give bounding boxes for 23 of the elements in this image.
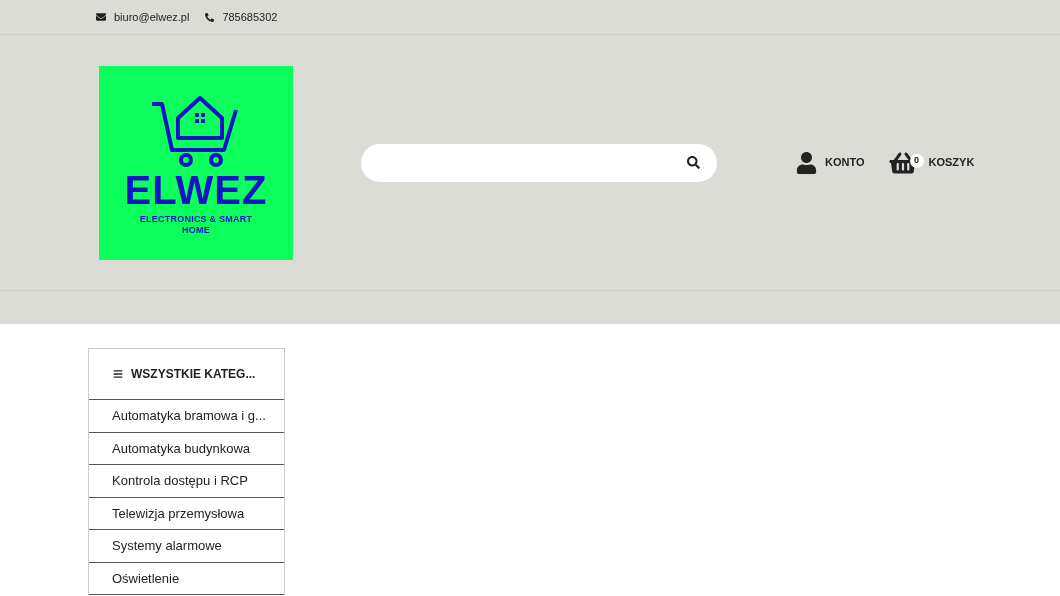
account-link[interactable]: KONTO (796, 151, 865, 174)
category-item[interactable]: Automatyka budynkowa (89, 432, 284, 465)
email-link[interactable]: biuro@elwez.pl (114, 8, 190, 26)
category-item[interactable]: Oświetlenie (89, 562, 284, 595)
logo-tagline: ELECTRONICS & SMART HOME (138, 213, 254, 236)
basket-icon (888, 150, 917, 175)
search-icon[interactable] (687, 156, 700, 169)
category-item[interactable]: Telewizja przemysłowa (89, 497, 284, 530)
cart-link[interactable]: 0 KOSZYK (888, 150, 975, 175)
category-item[interactable]: Systemy alarmowe (89, 530, 284, 563)
menu-icon[interactable] (113, 369, 123, 379)
user-icon (796, 151, 817, 174)
cart-label: KOSZYK (928, 155, 975, 171)
envelope-icon (96, 12, 106, 22)
phone-icon (205, 12, 215, 22)
menu-title[interactable]: WSZYSTKIE KATEG... (131, 365, 256, 383)
logo[interactable]: ELWEZ ELECTRONICS & SMART HOME (99, 65, 293, 260)
logo-name: ELWEZ (124, 169, 268, 210)
search-field[interactable] (361, 143, 717, 182)
phone-number: 785685302 (222, 9, 278, 25)
cart-count: 0 (909, 153, 924, 168)
category-item[interactable]: Kontrola dostępu i RCP (89, 465, 284, 498)
category-item[interactable]: Automatyka bramowa i g... (89, 400, 284, 433)
